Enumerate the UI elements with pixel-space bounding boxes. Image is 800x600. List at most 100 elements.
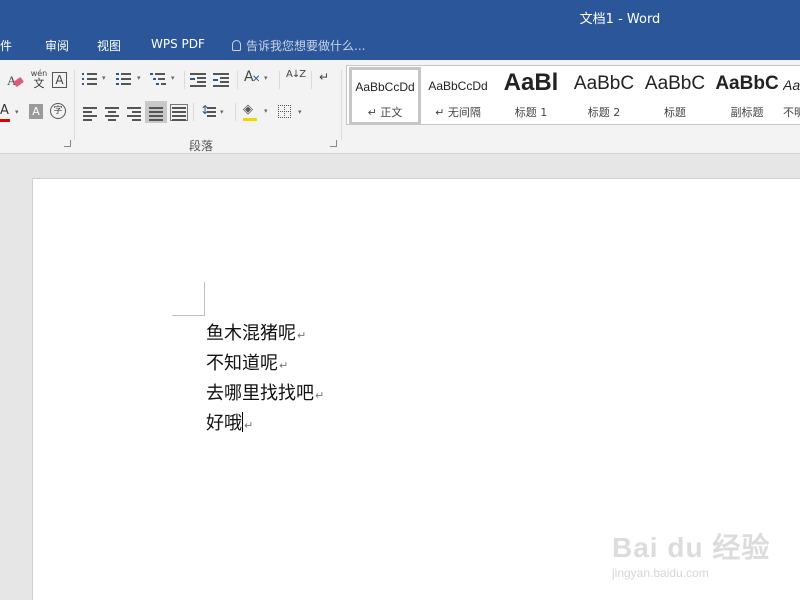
borders-inner-h xyxy=(278,111,291,112)
decrease-indent-button[interactable] xyxy=(190,72,208,88)
paragraph-mark-icon: ↵ xyxy=(244,419,254,432)
tab-mailings[interactable]: 邮件 xyxy=(0,37,16,54)
line-text: 鱼木混猪呢 xyxy=(206,323,296,344)
align-left-button[interactable] xyxy=(82,105,100,121)
align-center-button[interactable] xyxy=(104,105,122,121)
style-name: ↵ 正文 xyxy=(367,106,403,119)
chevron-down-icon: ▾ xyxy=(298,108,302,116)
distributed-button[interactable] xyxy=(170,104,188,121)
group-divider xyxy=(341,70,342,140)
tab-review[interactable]: 审阅 xyxy=(45,37,69,54)
watermark-logo: Bai du 经验 xyxy=(612,532,771,563)
borders-button[interactable]: ▾ xyxy=(278,104,306,122)
styles-gallery: AaBbCcDd ↵ 正文 AaBbCcDd ↵ 无间隔 AaBl 标题 1 A… xyxy=(346,65,800,125)
style-heading-2[interactable]: AaBbC 标题 2 xyxy=(568,67,640,125)
margin-corner-mark xyxy=(204,282,205,316)
style-name: 标题 2 xyxy=(587,106,621,119)
chevron-down-icon: ▾ xyxy=(264,107,268,115)
asian-layout-button[interactable]: A ✕ ▾ xyxy=(244,70,272,88)
shading-button[interactable]: ◈ ▾ xyxy=(243,103,273,123)
paint-bucket-icon: ◈ xyxy=(243,102,253,117)
group-divider xyxy=(74,70,75,140)
shading-color-swatch xyxy=(243,118,257,121)
style-name: 不明 xyxy=(783,106,800,119)
divider xyxy=(237,71,238,89)
tell-me-search[interactable]: 告诉我您想要做什么... xyxy=(232,37,365,54)
justify-button[interactable] xyxy=(148,105,166,121)
line-text: 不知道呢 xyxy=(206,353,278,374)
enclose-characters-button[interactable]: 字 xyxy=(50,103,66,119)
document-line[interactable]: 去哪里找找吧↵ xyxy=(206,379,324,405)
paragraph-mark-icon: ↵ xyxy=(315,389,325,402)
align-center-icon xyxy=(105,107,121,121)
divider xyxy=(235,103,236,121)
multilevel-list-button[interactable]: ▾ xyxy=(150,72,178,88)
numbering-button[interactable]: ▾ xyxy=(116,72,144,88)
document-line[interactable]: 好哦 ↵ xyxy=(206,409,253,435)
phonetic-guide-button[interactable]: wén 文 xyxy=(30,70,48,90)
phonetic-char: 文 xyxy=(33,77,45,90)
align-left-icon xyxy=(83,107,99,121)
tab-wps-pdf[interactable]: WPS PDF xyxy=(151,37,205,51)
divider xyxy=(193,103,194,121)
paragraph-dialog-launcher-icon[interactable] xyxy=(330,140,337,147)
line-spacing-button[interactable]: ↕ ▾ xyxy=(200,104,228,122)
distributed-icon xyxy=(172,107,188,121)
multilevel-list-icon xyxy=(150,73,166,85)
style-name: 标题 xyxy=(664,106,686,119)
style-preview: AaBbCcDd xyxy=(355,80,415,94)
style-preview: AaBl xyxy=(503,69,559,96)
style-no-spacing[interactable]: AaBbCcDd ↵ 无间隔 xyxy=(422,67,494,125)
align-right-button[interactable] xyxy=(126,105,144,121)
paragraph-mark-icon: ↵ xyxy=(297,329,307,342)
tab-view[interactable]: 视图 xyxy=(97,37,121,54)
increase-indent-button[interactable] xyxy=(213,72,231,88)
divider xyxy=(279,71,280,89)
bullets-button[interactable]: ▾ xyxy=(82,72,108,88)
align-right-icon xyxy=(127,107,143,121)
style-preview: AaBbC xyxy=(715,73,779,94)
increase-indent-icon xyxy=(213,73,229,87)
character-shading-button[interactable]: A xyxy=(29,104,43,119)
title-bar: 文档1 - Word 邮件 审阅 视图 WPS PDF 告诉我您想要做什么... xyxy=(0,0,800,60)
clear-formatting-button[interactable]: A xyxy=(6,74,24,88)
numbered-list-icon xyxy=(116,73,132,85)
watermark-url: jingyan.baidu.com xyxy=(612,566,709,580)
style-preview: AaBbCcDd xyxy=(428,79,488,93)
style-preview: AaBl xyxy=(783,77,800,93)
sort-button[interactable]: A↓Z xyxy=(286,70,306,88)
line-text: 好哦 xyxy=(206,413,242,434)
style-name: 副标题 xyxy=(730,106,764,119)
style-preview: AaBbC xyxy=(644,73,706,94)
justify-icon xyxy=(149,107,165,121)
style-heading-1[interactable]: AaBl 标题 1 xyxy=(495,67,567,125)
lightbulb-icon xyxy=(232,40,241,51)
paragraph-mark-toggle-icon: ↵ xyxy=(319,70,330,84)
style-title[interactable]: AaBbC 标题 xyxy=(639,67,711,125)
document-line[interactable]: 鱼木混猪呢↵ xyxy=(206,319,306,345)
line-text: 去哪里找找吧 xyxy=(206,383,314,404)
style-subtle-emphasis[interactable]: AaBl 不明 xyxy=(783,67,800,125)
window-title: 文档1 - Word xyxy=(579,12,661,27)
tell-me-text: 告诉我您想要做什么... xyxy=(246,39,366,53)
style-subtitle[interactable]: AaBbC 副标题 xyxy=(711,67,783,125)
divider xyxy=(184,71,185,89)
chevron-down-icon: ▾ xyxy=(220,108,224,116)
chevron-down-icon: ▾ xyxy=(137,74,141,82)
document-line[interactable]: 不知道呢↵ xyxy=(206,349,288,375)
style-normal[interactable]: AaBbCcDd ↵ 正文 xyxy=(349,67,421,125)
character-border-button[interactable]: A xyxy=(52,72,67,88)
sort-icon: A↓Z xyxy=(286,69,306,80)
chevron-down-icon: ▾ xyxy=(102,74,106,82)
style-preview: AaBbC xyxy=(573,73,635,94)
paragraph-group-label: 段落 xyxy=(189,139,214,153)
bullet-list-icon xyxy=(82,73,98,85)
style-name: ↵ 无间隔 xyxy=(435,106,481,119)
font-dialog-launcher-icon[interactable] xyxy=(64,140,71,147)
text-cursor xyxy=(242,412,243,432)
font-color-button[interactable]: A ▾ xyxy=(0,103,22,123)
paragraph-mark-icon: ↵ xyxy=(279,359,289,372)
style-name: 标题 1 xyxy=(514,106,548,119)
line-spacing-icon xyxy=(207,107,217,119)
show-hide-marks-button[interactable]: ↵ xyxy=(319,71,333,87)
